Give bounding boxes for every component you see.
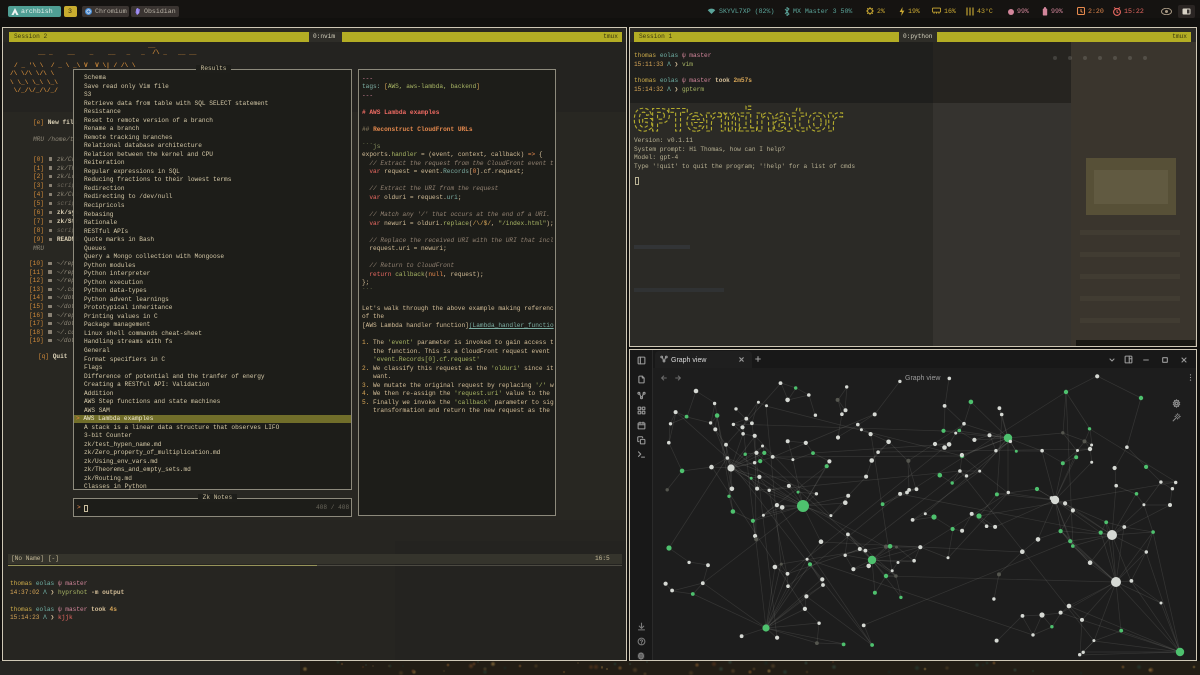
svg-text:GPTerminator: GPTerminator [633,104,845,139]
